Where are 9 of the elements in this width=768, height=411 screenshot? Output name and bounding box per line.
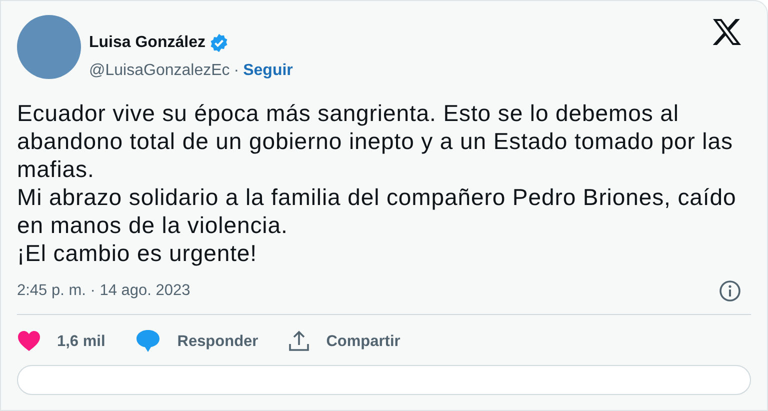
author-handle[interactable]: @LuisaGonzalezEc — [89, 59, 230, 83]
share-action[interactable]: Compartir — [288, 330, 400, 353]
timestamp[interactable]: 2:45 p. m. · 14 ago. 2023 — [17, 279, 190, 302]
author-name: Luisa González — [89, 33, 206, 53]
like-action[interactable]: 1,6 mil — [17, 330, 106, 353]
separator-dot: · — [234, 61, 240, 81]
reply-action[interactable]: Responder — [135, 329, 258, 354]
follow-link[interactable]: Seguir — [243, 59, 293, 83]
tweet-text: Ecuador vive su época más sangrienta. Esto se lo debemos al abandono total de un gobierno inepto y a un Estado tomado por las mafias. Mi abrazo solidario a la familia del compañero Pedro Briones, caído en manos de la violencia. ¡El cambio es urgente! — [17, 99, 738, 267]
